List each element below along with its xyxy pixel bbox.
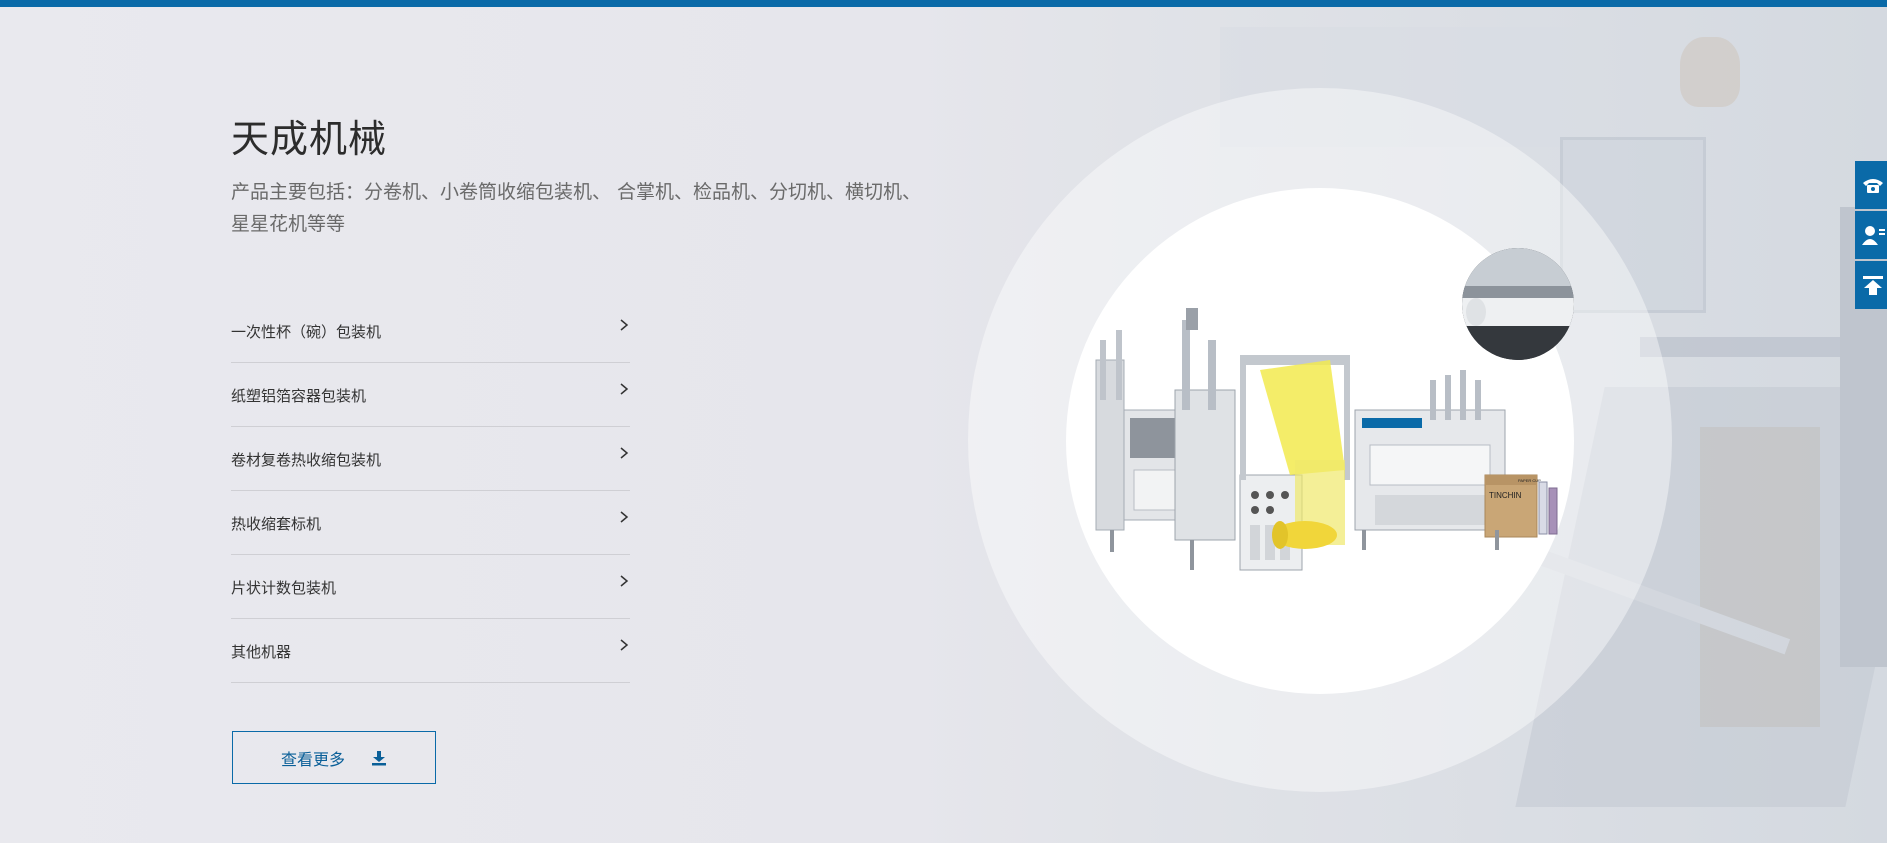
category-label: 其他机器 bbox=[231, 643, 292, 661]
chevron-right-icon bbox=[620, 639, 629, 651]
category-label: 热收缩套标机 bbox=[231, 515, 322, 533]
category-label: 卷材复卷热收缩包装机 bbox=[231, 451, 382, 469]
box-label-text: PAPER CUP bbox=[1518, 478, 1541, 483]
top-accent-bar bbox=[0, 0, 1887, 7]
chevron-right-icon bbox=[620, 575, 629, 587]
page: TINCHIN PAPER CUP 天成机械 产品主要包括：分卷机、小卷筒收缩包… bbox=[0, 0, 1887, 843]
user-icon bbox=[1862, 226, 1885, 245]
chevron-right-icon bbox=[620, 383, 629, 395]
download-icon bbox=[372, 750, 386, 765]
category-label: 一次性杯（碗）包装机 bbox=[231, 323, 382, 341]
phone-icon bbox=[1863, 179, 1883, 193]
category-label: 纸塑铝箔容器包装机 bbox=[231, 387, 367, 405]
chevron-right-icon bbox=[620, 447, 629, 459]
category-item[interactable]: 热收缩套标机 bbox=[231, 491, 630, 555]
brand-title: 天成机械 bbox=[231, 117, 388, 161]
category-item[interactable]: 其他机器 bbox=[231, 619, 630, 683]
category-item[interactable]: 卷材复卷热收缩包装机 bbox=[231, 427, 630, 491]
back-to-top-button[interactable] bbox=[1855, 261, 1887, 309]
view-more-button[interactable]: 查看更多 bbox=[232, 731, 436, 784]
view-more-label: 查看更多 bbox=[280, 749, 345, 769]
contact-button[interactable] bbox=[1855, 211, 1887, 259]
arrow-up-icon bbox=[1863, 276, 1883, 295]
category-item[interactable]: 一次性杯（碗）包装机 bbox=[231, 299, 630, 363]
detail-inset-photo bbox=[1462, 248, 1574, 360]
phone-button[interactable] bbox=[1855, 161, 1887, 209]
chevron-right-icon bbox=[620, 319, 629, 331]
category-item[interactable]: 纸塑铝箔容器包装机 bbox=[231, 363, 630, 427]
category-label: 片状计数包装机 bbox=[231, 579, 337, 597]
side-toolbar bbox=[1855, 161, 1887, 311]
box-brand-text: TINCHIN bbox=[1489, 491, 1522, 500]
category-list: 一次性杯（碗）包装机 纸塑铝箔容器包装机 卷材复卷热收缩包装机 热收缩套标机 片… bbox=[231, 299, 630, 683]
chevron-right-icon bbox=[620, 511, 629, 523]
category-item[interactable]: 片状计数包装机 bbox=[231, 555, 630, 619]
brand-description: 产品主要包括：分卷机、小卷筒收缩包装机、 合掌机、检品机、分切机、横切机、星星花… bbox=[231, 181, 922, 235]
